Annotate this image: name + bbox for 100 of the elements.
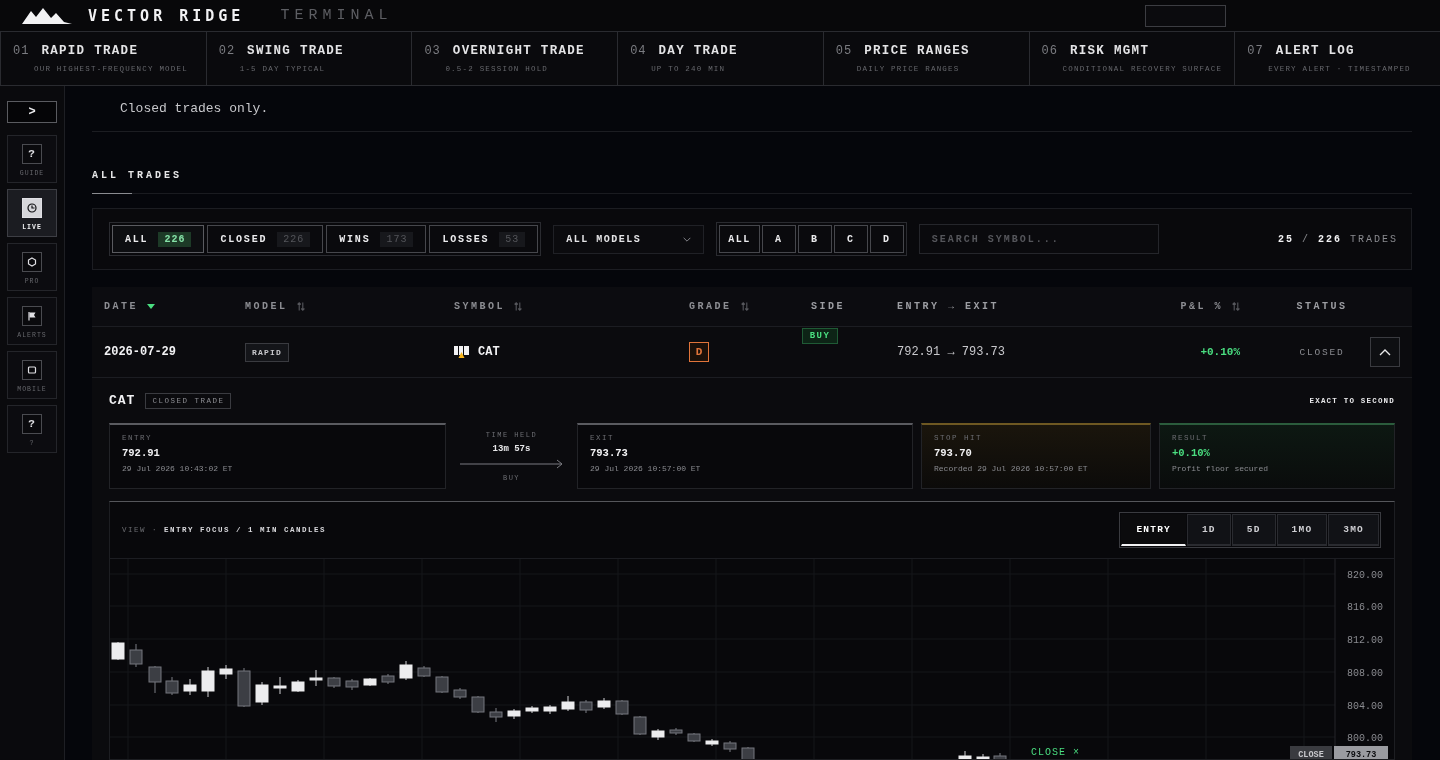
clock-icon	[22, 198, 42, 218]
count-badge: 226	[158, 231, 192, 247]
count-badge: 226	[277, 231, 311, 247]
candle	[741, 746, 755, 759]
collapse-button[interactable]	[1370, 337, 1400, 367]
price-axis-label: 804.00	[1347, 701, 1383, 712]
mountain-logo-icon	[22, 7, 72, 24]
chevron-up-icon	[1379, 348, 1391, 356]
section-title: ALL TRADES	[92, 170, 182, 182]
candle	[976, 753, 990, 759]
candle	[561, 695, 575, 712]
flag-icon	[22, 306, 42, 326]
side-badge: BUY	[801, 328, 839, 344]
candle	[669, 727, 683, 736]
candle	[958, 750, 972, 759]
arrow-icon	[459, 458, 564, 469]
candle	[381, 673, 395, 685]
price-axis-label: 800.00	[1347, 733, 1383, 744]
price-axis-label: 820.00	[1347, 570, 1383, 581]
grade-filter-button[interactable]: C	[833, 225, 868, 253]
date-cell: 2026-07-29	[104, 345, 176, 359]
range-tab[interactable]: 5D	[1231, 514, 1276, 546]
column-header[interactable]: DATE	[104, 301, 155, 312]
candle	[633, 715, 647, 736]
candle	[579, 699, 593, 714]
candle	[651, 728, 665, 741]
filter-button[interactable]: ALL 226	[112, 225, 205, 253]
candle	[363, 677, 377, 687]
range-tab[interactable]: 1D	[1186, 514, 1231, 546]
pnl-cell: +0.10%	[1200, 346, 1240, 358]
candle	[237, 667, 251, 708]
candle	[399, 660, 413, 681]
candle	[507, 708, 521, 720]
price-tag: CLOSE	[1290, 746, 1332, 759]
card-value: 792.91	[122, 447, 161, 459]
candle	[525, 705, 539, 714]
ticker-logo-icon	[454, 346, 469, 358]
candle	[183, 678, 197, 696]
card-value: 793.73	[590, 447, 629, 459]
price-axis-label: 816.00	[1347, 602, 1383, 613]
candle	[219, 664, 233, 680]
notice-text: Closed trades only.	[120, 101, 269, 116]
candle	[111, 641, 125, 661]
card-note: 29 Jul 2026 10:57:00 ET	[590, 464, 702, 473]
filter-button[interactable]: WINS 173	[326, 225, 427, 253]
filter-button[interactable]: LOSSES 53	[429, 225, 539, 253]
candle	[129, 643, 143, 668]
grade-filter-button[interactable]: D	[869, 225, 904, 253]
column-header[interactable]: P&L %	[1180, 301, 1240, 312]
candle	[543, 704, 557, 715]
status-cell: CLOSED	[1299, 346, 1345, 358]
candle	[165, 676, 179, 696]
count-badge: 173	[380, 231, 414, 247]
grade-filter-button[interactable]: B	[797, 225, 832, 253]
card-value: 793.70	[934, 447, 973, 459]
sidebar-toggle-button[interactable]: >	[7, 101, 57, 123]
card-note: 29 Jul 2026 10:43:02 ET	[122, 464, 234, 473]
candle	[705, 738, 719, 747]
search-field[interactable]: SEARCH SYMBOL...	[918, 224, 1159, 254]
column-header[interactable]: MODEL	[245, 301, 305, 312]
candle	[309, 669, 323, 687]
card-note: Profit floor secured	[1172, 464, 1269, 473]
close-marker-label: CLOSE ×	[1031, 747, 1080, 758]
candle	[417, 665, 431, 678]
time-held-value: 13m 57s	[492, 443, 531, 454]
symbol-cell: CAT	[478, 345, 500, 359]
column-header: SIDE	[811, 301, 845, 312]
price-axis-label: 808.00	[1347, 668, 1383, 679]
candle	[345, 678, 359, 691]
grade-filter-button[interactable]: A	[761, 225, 796, 253]
candle	[471, 695, 485, 714]
candle	[453, 687, 467, 700]
help-icon: ?	[22, 414, 42, 434]
screen-icon	[22, 360, 42, 380]
candle	[291, 679, 305, 693]
price-tag: 793.73	[1334, 746, 1388, 759]
range-tab[interactable]: 1MO	[1276, 514, 1328, 546]
candle	[489, 707, 503, 723]
brand-name: VECTOR RIDGE	[88, 6, 245, 25]
filter-button[interactable]: CLOSED 226	[207, 225, 324, 253]
candle	[273, 676, 287, 695]
grade-filter-button[interactable]: ALL	[719, 225, 760, 253]
candle	[993, 752, 1007, 759]
range-tab[interactable]: 3MO	[1328, 514, 1379, 546]
candle	[148, 665, 162, 694]
candle	[723, 740, 737, 753]
candle	[255, 681, 269, 706]
trade-count: 25 / 226 TRADES	[1277, 233, 1398, 245]
column-header[interactable]: GRADE	[689, 301, 749, 312]
help-icon: ?	[22, 144, 42, 164]
count-badge: 53	[499, 231, 526, 247]
candle	[687, 732, 701, 743]
price-axis-label: 812.00	[1347, 635, 1383, 646]
candle	[615, 699, 629, 716]
card-value: +0.10%	[1172, 447, 1211, 459]
column-header[interactable]: SYMBOL	[454, 301, 522, 312]
model-dropdown[interactable]: ALL MODELS	[553, 224, 705, 254]
model-badge: RAPID	[245, 342, 289, 362]
trade-symbol: CAT	[109, 393, 136, 408]
candle	[597, 697, 611, 710]
